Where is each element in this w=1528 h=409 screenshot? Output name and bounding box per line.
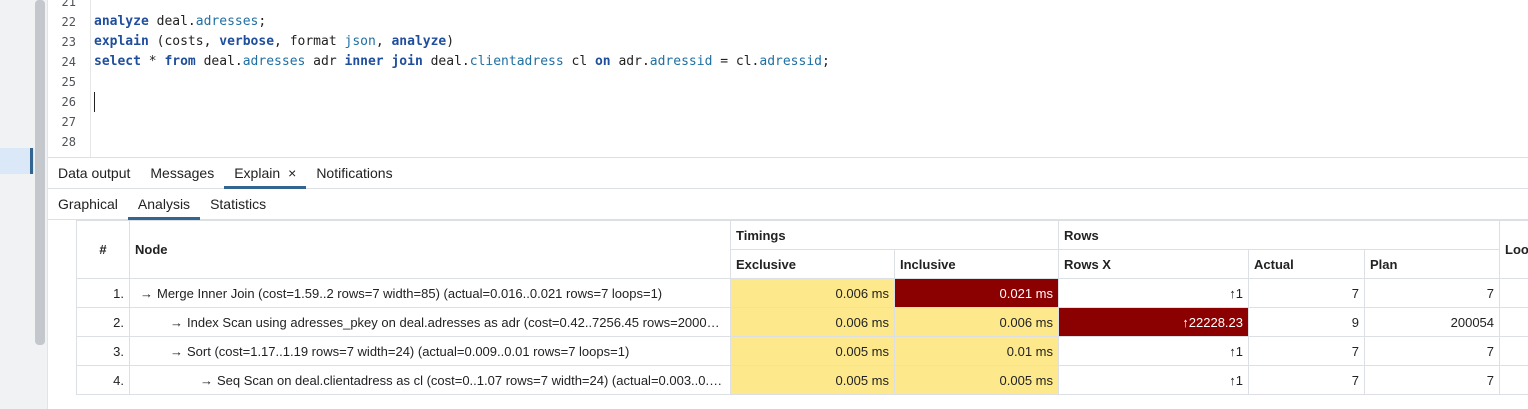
inclusive-time: 0.021 ms	[893, 278, 1060, 308]
loops	[1499, 336, 1528, 366]
editor-line[interactable]: 27	[48, 112, 1528, 132]
sql-editor[interactable]: 21 22 analyze deal.adresses; 23 explain (cos…	[48, 0, 1528, 157]
node-cell: → Sort (cost=1.17..1.19 rows=7 width=24) …	[129, 336, 731, 366]
tab-explain[interactable]: Explain ×	[224, 158, 307, 189]
editor-line[interactable]: 26	[48, 92, 1528, 112]
table-row[interactable]: 2. → Index Scan using adresses_pkey on dea…	[76, 307, 1528, 337]
analysis-table: # Node Timings Rows Loops Exclusive Incl…	[76, 220, 1528, 395]
arrow-right-icon: →	[200, 372, 213, 388]
sidebar-selection-marker	[30, 148, 33, 174]
line-number: 28	[61, 135, 76, 149]
row-number: 3.	[76, 336, 130, 366]
node-cell: → Seq Scan on deal.clientadress as cl (co…	[129, 365, 731, 395]
group-header-rows: Rows	[1058, 220, 1501, 250]
exclusive-time: 0.006 ms	[730, 278, 895, 308]
inclusive-time: 0.01 ms	[893, 336, 1060, 366]
col-header-actual[interactable]: Actual	[1248, 249, 1366, 279]
inclusive-time: 0.005 ms	[893, 365, 1060, 395]
sidebar-selected-item[interactable]	[0, 148, 34, 174]
col-header-loops[interactable]: Loops	[1499, 220, 1528, 279]
line-number: 23	[61, 35, 76, 49]
col-header-inclusive[interactable]: Inclusive	[893, 249, 1060, 279]
col-header-exclusive[interactable]: Exclusive	[730, 249, 895, 279]
close-icon[interactable]: ×	[288, 165, 296, 181]
editor-line[interactable]: 25	[48, 72, 1528, 92]
exclusive-time: 0.006 ms	[730, 307, 895, 337]
code-text: explain (costs, verbose, format json, an…	[94, 34, 455, 49]
rows-x: ↑1	[1058, 336, 1250, 366]
line-number: 22	[61, 15, 76, 29]
rows-actual: 9	[1248, 307, 1366, 337]
rows-x: ↑1	[1058, 365, 1250, 395]
inclusive-time: 0.006 ms	[893, 307, 1060, 337]
node-text: Sort (cost=1.17..1.19 rows=7 width=24) (…	[187, 343, 630, 359]
node-cell: → Index Scan using adresses_pkey on deal.…	[129, 307, 731, 337]
exclusive-time: 0.005 ms	[730, 365, 895, 395]
editor-line[interactable]: 21	[48, 0, 1528, 12]
node-text: Index Scan using adresses_pkey on deal.a…	[187, 314, 730, 330]
rows-plan: 7	[1364, 365, 1501, 395]
row-number: 4.	[76, 365, 130, 395]
table-row[interactable]: 4. → Seq Scan on deal.clientadress as cl (…	[76, 365, 1528, 395]
editor-line[interactable]: 24 select * from deal.adresses adr inner …	[48, 52, 1528, 72]
node-text: Merge Inner Join (cost=1.59..2 rows=7 wi…	[157, 285, 663, 301]
loops	[1499, 278, 1528, 308]
line-number: 27	[61, 115, 76, 129]
arrow-right-icon: →	[140, 285, 153, 301]
editor-line[interactable]: 22 analyze deal.adresses;	[48, 12, 1528, 32]
code-text: analyze deal.adresses;	[94, 14, 267, 29]
explain-subtabs: Graphical Analysis Statistics	[48, 189, 1528, 220]
arrow-right-icon: →	[170, 343, 183, 359]
tab-label: Messages	[150, 165, 215, 181]
exclusive-time: 0.005 ms	[730, 336, 895, 366]
analysis-table-wrapper: # Node Timings Rows Loops Exclusive Incl…	[76, 220, 1528, 395]
rows-x: ↑1	[1058, 278, 1250, 308]
sidebar-scrollbar[interactable]	[35, 0, 45, 345]
subtab-analysis[interactable]: Analysis	[127, 189, 201, 220]
editor-line[interactable]: 28	[48, 132, 1528, 152]
arrow-right-icon: →	[170, 314, 183, 330]
line-number: 26	[61, 95, 76, 109]
tab-label: Notifications	[316, 165, 393, 181]
col-header-number[interactable]: #	[76, 220, 130, 279]
row-number: 2.	[76, 307, 130, 337]
line-number: 24	[61, 55, 76, 69]
results-panel: Data output Messages Explain × Notifications…	[48, 157, 1528, 409]
tab-data-output[interactable]: Data output	[48, 158, 140, 188]
subtab-graphical[interactable]: Graphical	[48, 189, 128, 219]
col-header-node[interactable]: Node	[129, 220, 731, 279]
col-header-plan[interactable]: Plan	[1364, 249, 1501, 279]
line-number: 21	[61, 0, 76, 9]
rows-plan: 200054	[1364, 307, 1501, 337]
rows-actual: 7	[1248, 336, 1366, 366]
col-header-rowsx[interactable]: Rows X	[1058, 249, 1250, 279]
results-tabs: Data output Messages Explain × Notifications	[48, 158, 1528, 189]
rows-actual: 7	[1248, 278, 1366, 308]
code-text: select * from deal.adresses adr inner jo…	[94, 54, 830, 69]
table-row[interactable]: 1. → Merge Inner Join (cost=1.59..2 rows=7…	[76, 278, 1528, 308]
group-header-timings: Timings	[729, 220, 1060, 250]
tab-label: Data output	[58, 165, 131, 181]
editor-line[interactable]: 23 explain (costs, verbose, format json, …	[48, 32, 1528, 52]
loops	[1499, 307, 1528, 337]
rows-plan: 7	[1364, 278, 1501, 308]
table-row[interactable]: 3. → Sort (cost=1.17..1.19 rows=7 width=24…	[76, 336, 1528, 366]
tab-notifications[interactable]: Notifications	[306, 158, 402, 188]
tab-messages[interactable]: Messages	[140, 158, 224, 188]
rows-actual: 7	[1248, 365, 1366, 395]
line-number: 25	[61, 75, 76, 89]
rows-plan: 7	[1364, 336, 1501, 366]
rows-x: ↑22228.23	[1058, 307, 1250, 337]
loops	[1499, 365, 1528, 395]
subtab-statistics[interactable]: Statistics	[200, 189, 276, 219]
row-number: 1.	[76, 278, 130, 308]
node-text: Seq Scan on deal.clientadress as cl (cos…	[217, 372, 731, 388]
node-cell: → Merge Inner Join (cost=1.59..2 rows=7 w…	[129, 278, 731, 308]
tab-label: Explain	[234, 165, 281, 181]
